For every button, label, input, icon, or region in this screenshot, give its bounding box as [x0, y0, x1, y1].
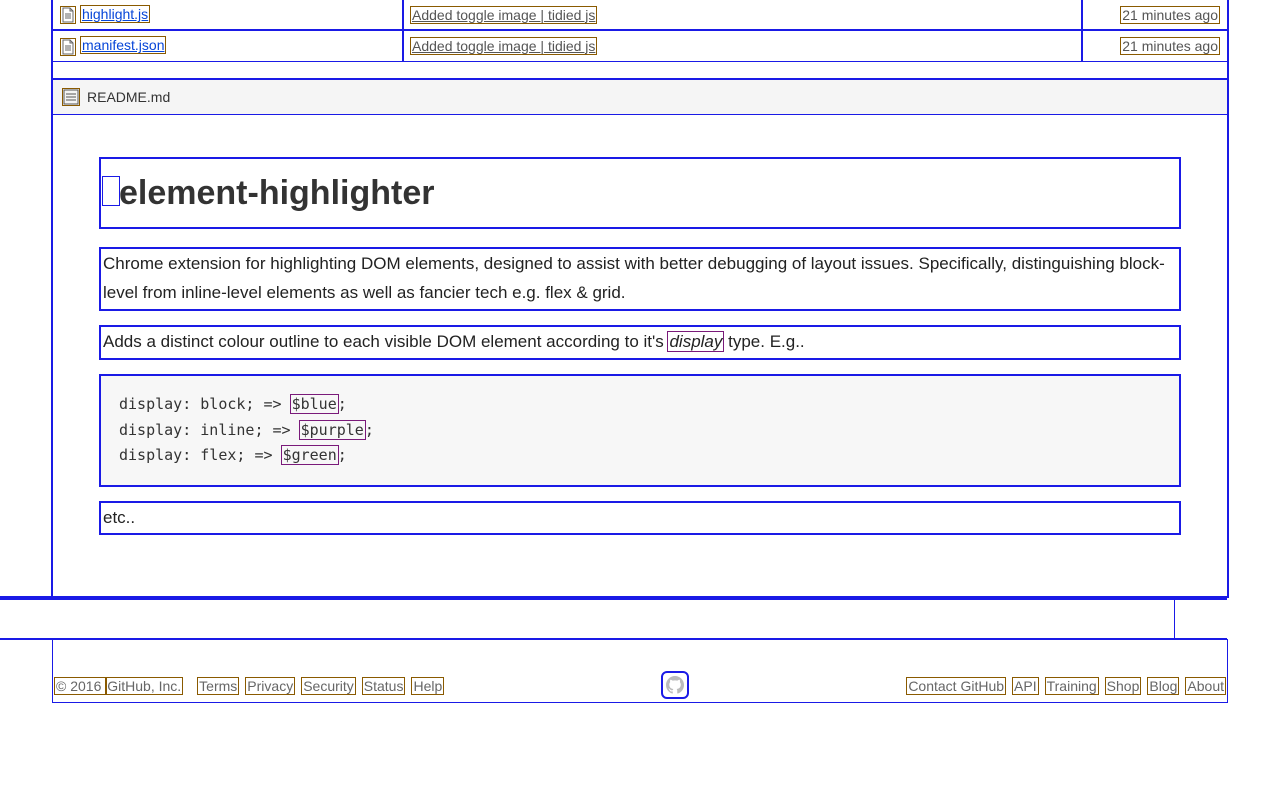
- footer-links: © 2016 GitHub, Inc. Terms Privacy Security…: [53, 673, 1227, 699]
- footer-link-terms[interactable]: Terms: [198, 678, 238, 694]
- code-line: display: flex; => $green;: [119, 443, 1161, 469]
- commit-message-link[interactable]: Added toggle image | tidied js: [411, 7, 596, 23]
- footer-link-contact-github[interactable]: Contact GitHub: [907, 678, 1005, 694]
- readme-para-3: etc..: [101, 503, 1179, 534]
- readme-para-1: Chrome extension for highlighting DOM el…: [101, 249, 1179, 309]
- code-variable: $blue: [291, 395, 338, 413]
- file-list-table: highlight.js Added toggle image | tidied …: [53, 0, 1227, 62]
- footer-separator: [0, 596, 1227, 640]
- commit-time: 21 minutes ago: [1121, 38, 1219, 54]
- readme-para-2: Adds a distinct colour outline to each v…: [101, 327, 1179, 358]
- repo-container: highlight.js Added toggle image | tidied …: [53, 0, 1227, 596]
- readme-body: element-highlighter Chrome extension for…: [53, 114, 1227, 597]
- footer-link-privacy[interactable]: Privacy: [246, 678, 294, 694]
- code-line: display: block; => $blue;: [119, 392, 1161, 418]
- footer-link-status[interactable]: Status: [363, 678, 405, 694]
- readme-filename: README.md: [87, 89, 170, 105]
- footer-link-help[interactable]: Help: [412, 678, 443, 694]
- footer-link-training[interactable]: Training: [1046, 678, 1098, 694]
- footer-link-security[interactable]: Security: [302, 678, 355, 694]
- file-name-link[interactable]: manifest.json: [81, 37, 165, 53]
- readme-box: README.md element-highlighter Chrome ext…: [53, 80, 1227, 597]
- footer-container: © 2016 GitHub, Inc. Terms Privacy Security…: [53, 640, 1227, 702]
- readme-icon: [63, 89, 79, 105]
- footer-link-blog[interactable]: Blog: [1148, 678, 1178, 694]
- file-row: manifest.json Added toggle image | tidied…: [53, 30, 1227, 61]
- footer-bar: © 2016 GitHub, Inc. Terms Privacy Security…: [53, 640, 1227, 702]
- footer-link-api[interactable]: API: [1013, 678, 1038, 694]
- code-variable: $purple: [300, 421, 365, 439]
- code-line: display: inline; => $purple;: [119, 418, 1161, 444]
- code-variable: $green: [282, 446, 338, 464]
- readme-codeblock: display: block; => $blue;display: inline…: [101, 376, 1179, 485]
- heading-anchor-icon[interactable]: [103, 177, 119, 205]
- footer-link-about[interactable]: About: [1186, 678, 1225, 694]
- file-icon: [61, 39, 75, 55]
- file-icon: [61, 7, 75, 23]
- footer-copyright: © 2016 GitHub, Inc.: [55, 678, 182, 694]
- commit-time: 21 minutes ago: [1121, 7, 1219, 23]
- italic-display: display: [668, 332, 723, 351]
- readme-heading: element-highlighter: [101, 159, 1179, 228]
- file-name-link[interactable]: highlight.js: [81, 6, 149, 22]
- github-logo-icon[interactable]: [663, 673, 687, 697]
- commit-message-link[interactable]: Added toggle image | tidied js: [411, 38, 596, 54]
- footer-company-link[interactable]: GitHub, Inc.: [106, 678, 182, 694]
- footer-link-shop[interactable]: Shop: [1106, 678, 1141, 694]
- readme-header: README.md: [53, 80, 1227, 114]
- file-row: highlight.js Added toggle image | tidied …: [53, 0, 1227, 30]
